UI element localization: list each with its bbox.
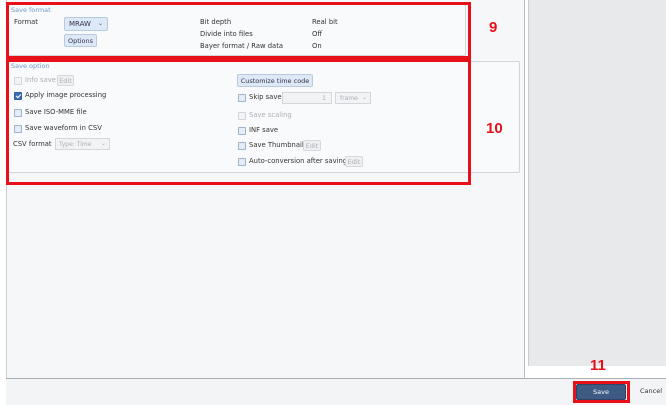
- highlight-save-format: [6, 2, 471, 59]
- callout-11: 11: [590, 357, 606, 374]
- callout-10: 10: [486, 120, 503, 137]
- highlight-save-button: [573, 381, 630, 403]
- highlight-save-option: [6, 59, 471, 185]
- footer-bar: [6, 378, 666, 405]
- preview-panel: [528, 0, 666, 366]
- cancel-button[interactable]: Cancel: [640, 387, 662, 395]
- callout-9: 9: [489, 19, 498, 36]
